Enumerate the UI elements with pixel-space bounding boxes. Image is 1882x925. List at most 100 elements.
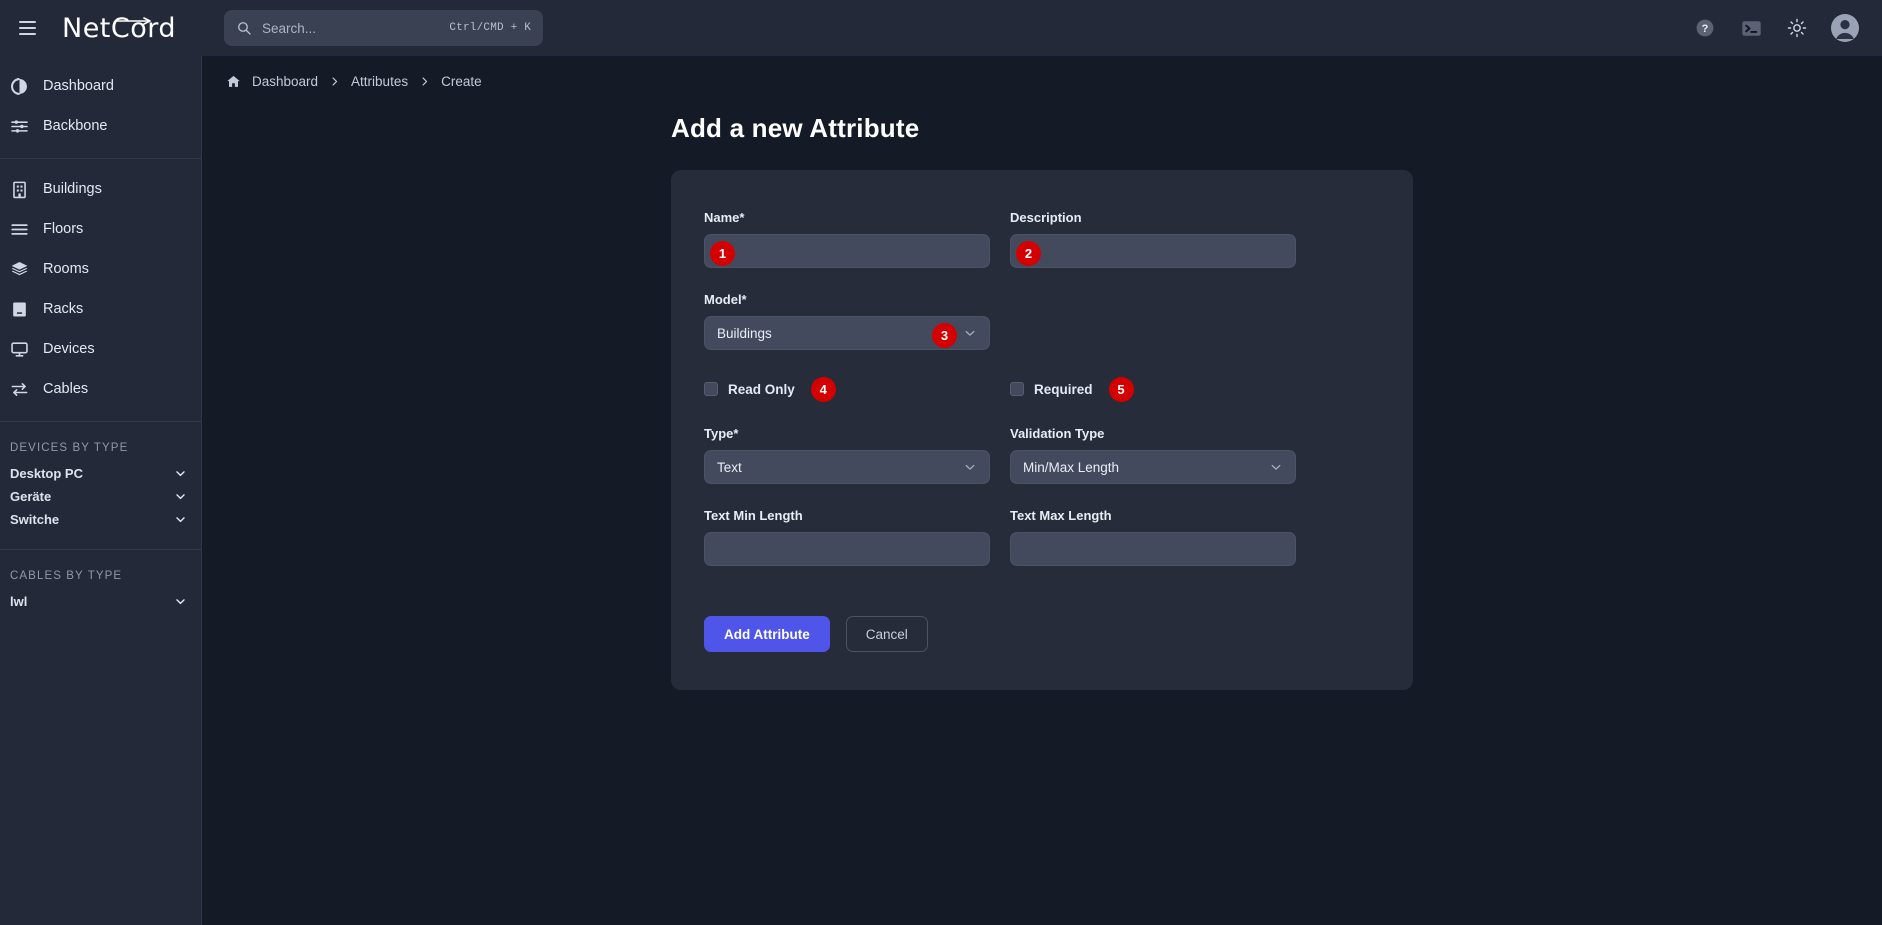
sidebar-item-floors[interactable]: Floors	[0, 209, 201, 249]
form-row-type-validation: Type* Text Validation Type Min	[704, 426, 1380, 508]
field-label-name: Name*	[704, 210, 990, 225]
field-read-only: Read Only 4	[704, 378, 990, 400]
field-text-min-length: Text Min Length	[704, 508, 990, 566]
sidebar-item-label: Backbone	[43, 118, 108, 134]
page-title: Add a new Attribute	[671, 113, 1413, 144]
sidebar-group-item-geraete[interactable]: Geräte	[0, 485, 201, 508]
sidebar-group-title: Devices by type	[0, 432, 201, 462]
field-label-description: Description	[1010, 210, 1296, 225]
chevron-down-icon	[173, 467, 187, 481]
step-badge-1: 1	[710, 241, 735, 266]
help-icon[interactable]: ?	[1692, 15, 1718, 41]
read-only-label: Read Only	[728, 382, 795, 397]
chevron-down-icon	[173, 490, 187, 504]
field-description: Description 2	[1010, 210, 1296, 268]
stack-icon	[10, 260, 29, 279]
app-logo[interactable]: NetCord	[58, 13, 180, 44]
step-badge-2: 2	[1016, 241, 1041, 266]
sidebar-item-dashboard[interactable]: Dashboard	[0, 66, 201, 106]
layers-lines-icon	[10, 220, 29, 239]
app-root: NetCord Ctrl/CMD + K ?	[0, 0, 1882, 925]
field-name: Name* 1	[704, 210, 990, 268]
chevron-down-icon	[963, 460, 977, 474]
form-actions: Add Attribute Cancel	[704, 616, 1380, 652]
sidebar-item-devices[interactable]: Devices	[0, 329, 201, 369]
user-avatar-icon[interactable]	[1830, 13, 1860, 43]
text-max-length-input[interactable]	[1010, 532, 1296, 566]
sidebar-item-label: Cables	[43, 381, 88, 397]
sidebar-item-label: Devices	[43, 341, 95, 357]
field-validation-type: Validation Type Min/Max Length	[1010, 426, 1296, 484]
step-badge-4: 4	[811, 377, 836, 402]
sidebar-group-item-label: lwl	[10, 594, 27, 609]
sidebar-item-buildings[interactable]: Buildings	[0, 169, 201, 209]
name-input[interactable]	[704, 234, 990, 268]
sidebar-item-label: Buildings	[43, 181, 102, 197]
sidebar-group-title: Cables by type	[0, 560, 201, 590]
step-badge-3: 3	[932, 323, 957, 348]
validation-type-select[interactable]: Min/Max Length	[1010, 450, 1296, 484]
chevron-down-icon	[173, 595, 187, 609]
sliders-icon	[10, 117, 29, 136]
sidebar-group-item-label: Geräte	[10, 489, 51, 504]
model-select-value: Buildings	[717, 326, 772, 341]
required-checkbox[interactable]	[1010, 382, 1024, 396]
search-shortcut-hint: Ctrl/CMD + K	[449, 22, 531, 34]
monitor-icon	[10, 340, 29, 359]
top-header: NetCord Ctrl/CMD + K ?	[0, 0, 1882, 56]
sidebar-section-inventory: Buildings Floors	[0, 158, 201, 421]
validation-type-select-value: Min/Max Length	[1023, 460, 1119, 475]
hamburger-menu-icon[interactable]	[10, 11, 44, 45]
sidebar-item-label: Racks	[43, 301, 83, 317]
form-row-lengths: Text Min Length Text Max Length	[704, 508, 1380, 590]
add-attribute-button[interactable]: Add Attribute	[704, 616, 830, 652]
chevron-down-icon	[963, 326, 977, 340]
attribute-form-card: Name* 1 Description 2 Model*	[671, 170, 1413, 690]
global-search[interactable]: Ctrl/CMD + K	[224, 10, 543, 46]
field-label-text-max-length: Text Max Length	[1010, 508, 1296, 523]
sidebar-item-cables[interactable]: Cables	[0, 369, 201, 409]
sidebar-group-item-switche[interactable]: Switche	[0, 508, 201, 531]
sidebar-item-backbone[interactable]: Backbone	[0, 106, 201, 146]
chevron-down-icon	[173, 513, 187, 527]
field-required: Required 5	[1010, 378, 1296, 400]
sidebar-item-racks[interactable]: Racks	[0, 289, 201, 329]
field-label-model: Model*	[704, 292, 990, 307]
sun-icon[interactable]	[1784, 15, 1810, 41]
sidebar-group-item-desktop-pc[interactable]: Desktop PC	[0, 462, 201, 485]
text-min-length-input[interactable]	[704, 532, 990, 566]
breadcrumb: Dashboard Attributes Create	[202, 56, 1882, 89]
page-container: Add a new Attribute Name* 1 Description …	[671, 89, 1413, 690]
search-input[interactable]	[262, 21, 439, 36]
sidebar: Dashboard Backbone	[0, 56, 202, 925]
chevron-down-icon	[1269, 460, 1283, 474]
sidebar-group-item-label: Desktop PC	[10, 466, 83, 481]
sidebar-group-item-label: Switche	[10, 512, 59, 527]
rack-icon	[10, 300, 29, 319]
breadcrumb-item-dashboard[interactable]: Dashboard	[252, 74, 318, 89]
field-text-max-length: Text Max Length	[1010, 508, 1296, 566]
breadcrumb-item-attributes[interactable]: Attributes	[351, 74, 408, 89]
search-icon	[236, 20, 252, 36]
home-icon[interactable]	[226, 74, 241, 89]
sidebar-group-cables-by-type: Cables by type lwl	[0, 549, 201, 631]
field-label-validation-type: Validation Type	[1010, 426, 1296, 441]
type-select-value: Text	[717, 460, 742, 475]
sidebar-item-label: Dashboard	[43, 78, 114, 94]
cable-arrows-icon	[10, 380, 29, 399]
cancel-button[interactable]: Cancel	[846, 616, 928, 652]
svg-text:?: ?	[1702, 23, 1709, 35]
logo-arrow-icon	[114, 17, 154, 26]
required-label: Required	[1034, 382, 1093, 397]
chevron-right-icon	[329, 76, 340, 87]
read-only-checkbox[interactable]	[704, 382, 718, 396]
description-input[interactable]	[1010, 234, 1296, 268]
type-select[interactable]: Text	[704, 450, 990, 484]
sidebar-item-label: Rooms	[43, 261, 89, 277]
sidebar-item-rooms[interactable]: Rooms	[0, 249, 201, 289]
form-row-name-description: Name* 1 Description 2	[704, 210, 1380, 292]
terminal-icon[interactable]	[1738, 15, 1764, 41]
building-icon	[10, 180, 29, 199]
sidebar-group-item-lwl[interactable]: lwl	[0, 590, 201, 613]
sidebar-item-label: Floors	[43, 221, 83, 237]
